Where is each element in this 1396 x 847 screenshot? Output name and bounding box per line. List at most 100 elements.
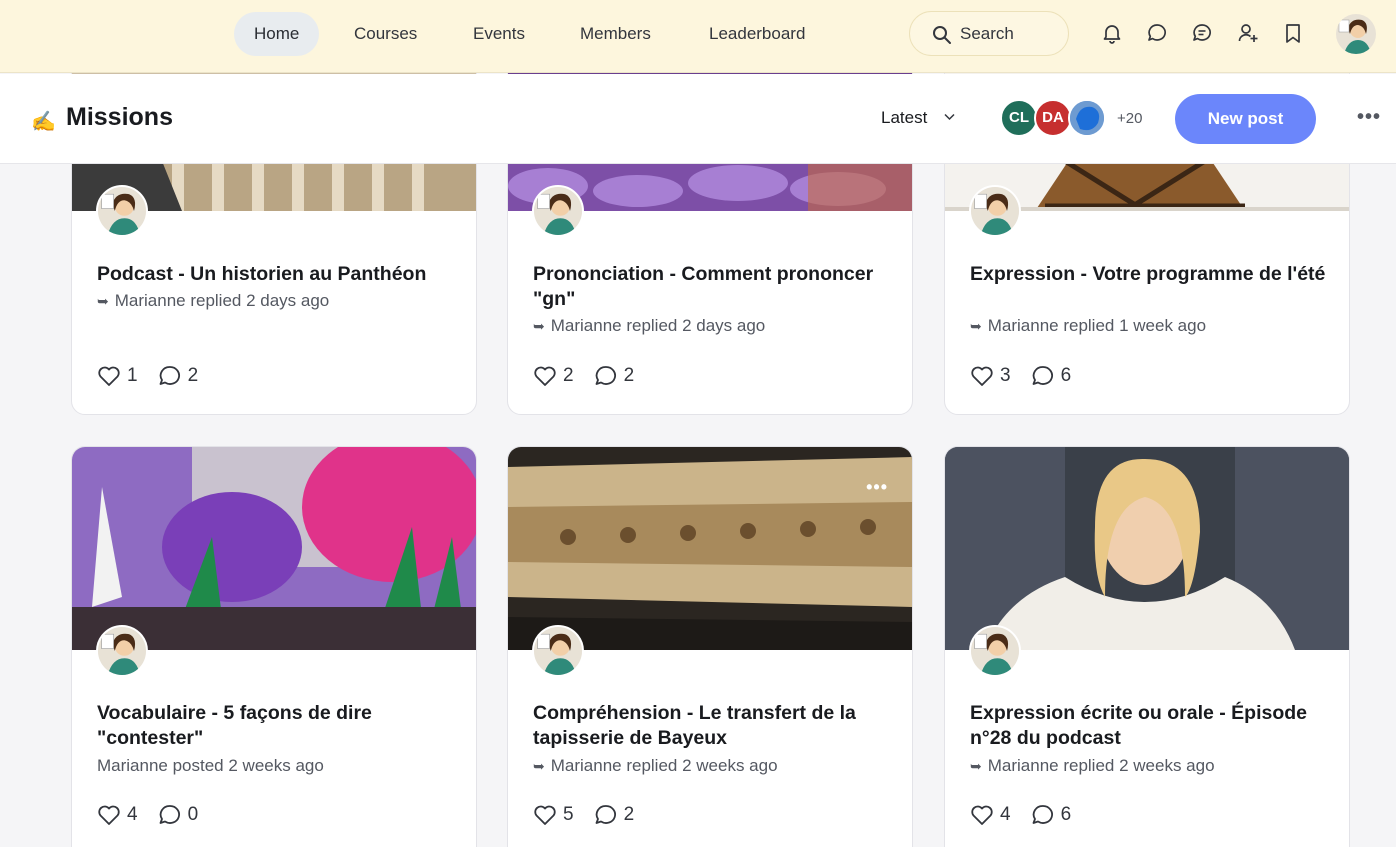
post-meta: ➥ Marianne replied 1 week ago	[970, 316, 1206, 336]
like-count: 5	[563, 804, 574, 825]
post-stats: 1 2	[97, 363, 218, 389]
search-icon	[933, 26, 951, 44]
comment-count: 2	[623, 365, 635, 386]
comment-count: 2	[187, 365, 199, 386]
comment-button[interactable]: 6	[1031, 804, 1072, 826]
post-meta-text: Marianne replied 2 weeks ago	[987, 756, 1215, 775]
post-card[interactable]: Vocabulaire - 5 façons de dire "conteste…	[71, 446, 477, 847]
like-button[interactable]: 3	[970, 365, 1011, 387]
member-avatar-cl[interactable]: CL	[1000, 99, 1038, 137]
member-avatar-3[interactable]	[1068, 99, 1106, 137]
comment-icon	[595, 805, 616, 824]
post-stats: 3 6	[970, 363, 1091, 389]
like-count: 1	[127, 365, 138, 386]
like-button[interactable]: 4	[970, 804, 1011, 826]
nav-members[interactable]: Members	[560, 12, 671, 56]
user-avatar[interactable]	[1336, 14, 1376, 54]
post-stats: 2 2	[533, 363, 654, 389]
heart-icon	[98, 805, 120, 825]
post-meta: ➥ Marianne replied 2 days ago	[533, 316, 765, 336]
post-stats: 5 2	[533, 802, 654, 828]
post-title[interactable]: Vocabulaire - 5 façons de dire "conteste…	[97, 701, 457, 751]
messages-icon[interactable]	[1191, 22, 1213, 44]
nav-leaderboard[interactable]: Leaderboard	[689, 12, 825, 56]
author-avatar[interactable]	[532, 185, 584, 237]
author-avatar[interactable]	[96, 625, 148, 677]
like-button[interactable]: 4	[97, 804, 138, 826]
post-card[interactable]: Expression écrite ou orale - Épisode n°2…	[944, 446, 1350, 847]
nav-events[interactable]: Events	[453, 12, 545, 56]
post-meta: ➥ Marianne replied 2 weeks ago	[970, 756, 1215, 776]
reply-arrow-icon: ➥	[970, 758, 982, 774]
like-count: 4	[1000, 804, 1011, 825]
post-title[interactable]: Expression - Votre programme de l'été	[970, 262, 1330, 287]
post-title[interactable]: Prononciation - Comment prononcer "gn"	[533, 262, 893, 312]
author-avatar[interactable]	[969, 625, 1021, 677]
member-avatar-da[interactable]: DA	[1034, 99, 1072, 137]
post-meta-text: Marianne replied 1 week ago	[987, 316, 1207, 335]
comment-count: 6	[1060, 804, 1072, 825]
reply-arrow-icon: ➥	[533, 318, 545, 334]
post-meta-text: Marianne replied 2 days ago	[114, 291, 330, 310]
comment-count: 6	[1060, 365, 1072, 386]
bell-icon[interactable]	[1101, 22, 1123, 44]
search-label: Search	[960, 24, 1014, 43]
post-meta: ➥ Marianne replied 2 weeks ago	[533, 756, 778, 776]
like-button[interactable]: 5	[533, 804, 574, 826]
post-meta: Marianne posted 2 weeks ago	[97, 756, 324, 776]
chat-icon[interactable]	[1146, 22, 1168, 44]
like-button[interactable]: 1	[97, 365, 138, 387]
new-post-button[interactable]: New post	[1175, 94, 1316, 144]
post-meta-text: Marianne replied 2 days ago	[550, 316, 766, 335]
post-title[interactable]: Compréhension - Le transfert de la tapis…	[533, 701, 893, 751]
like-count: 2	[563, 365, 574, 386]
author-avatar[interactable]	[532, 625, 584, 677]
heart-icon	[534, 805, 556, 825]
author-avatar[interactable]	[969, 185, 1021, 237]
heart-icon	[971, 805, 993, 825]
heart-icon	[971, 366, 993, 386]
add-user-icon[interactable]	[1237, 22, 1259, 44]
sort-dropdown[interactable]: Latest	[881, 108, 927, 128]
comment-button[interactable]: 2	[594, 365, 635, 387]
like-button[interactable]: 2	[533, 365, 574, 387]
search-button[interactable]: Search	[909, 11, 1069, 56]
comment-button[interactable]: 2	[594, 804, 635, 826]
comment-button[interactable]: 0	[158, 804, 199, 826]
like-count: 4	[127, 804, 138, 825]
post-cover-image	[945, 447, 1349, 650]
post-stats: 4 6	[970, 802, 1091, 828]
comment-icon	[159, 366, 180, 385]
post-meta: ➥ Marianne replied 2 days ago	[97, 291, 329, 311]
comment-icon	[1032, 366, 1053, 385]
comment-button[interactable]: 2	[158, 365, 199, 387]
reply-arrow-icon: ➥	[970, 318, 982, 334]
comment-icon	[159, 805, 180, 824]
post-meta-text: Marianne replied 2 weeks ago	[550, 756, 778, 775]
nav-courses[interactable]: Courses	[334, 12, 437, 56]
post-title[interactable]: Expression écrite ou orale - Épisode n°2…	[970, 701, 1330, 751]
comment-icon	[1032, 805, 1053, 824]
post-title[interactable]: Podcast - Un historien au Panthéon	[97, 262, 457, 287]
author-avatar[interactable]	[96, 185, 148, 237]
comment-count: 0	[187, 804, 199, 825]
page-title: Missions	[66, 103, 173, 131]
chevron-down-icon	[944, 113, 955, 121]
member-extra-count[interactable]: +20	[1117, 110, 1142, 127]
reply-arrow-icon: ➥	[97, 293, 109, 309]
comment-count: 2	[623, 804, 635, 825]
post-stats: 4 0	[97, 802, 218, 828]
nav-home[interactable]: Home	[234, 12, 320, 56]
post-card[interactable]: ••• Compréhension - Le transfert de la t…	[507, 446, 913, 847]
card-menu-button[interactable]: •••	[866, 477, 888, 498]
comment-button[interactable]: 6	[1031, 365, 1072, 387]
bookmark-icon[interactable]	[1282, 22, 1304, 44]
more-options-button[interactable]: •••	[1357, 106, 1381, 129]
reply-arrow-icon: ➥	[533, 758, 545, 774]
heart-icon	[98, 366, 120, 386]
top-navigation: Home Courses Events Members Leaderboard …	[0, 0, 1396, 73]
post-meta-text: Marianne posted 2 weeks ago	[97, 756, 324, 775]
like-count: 3	[1000, 365, 1011, 386]
heart-icon	[534, 366, 556, 386]
space-header: ✍️ Missions Latest CL DA +20 New post ••…	[0, 74, 1396, 164]
